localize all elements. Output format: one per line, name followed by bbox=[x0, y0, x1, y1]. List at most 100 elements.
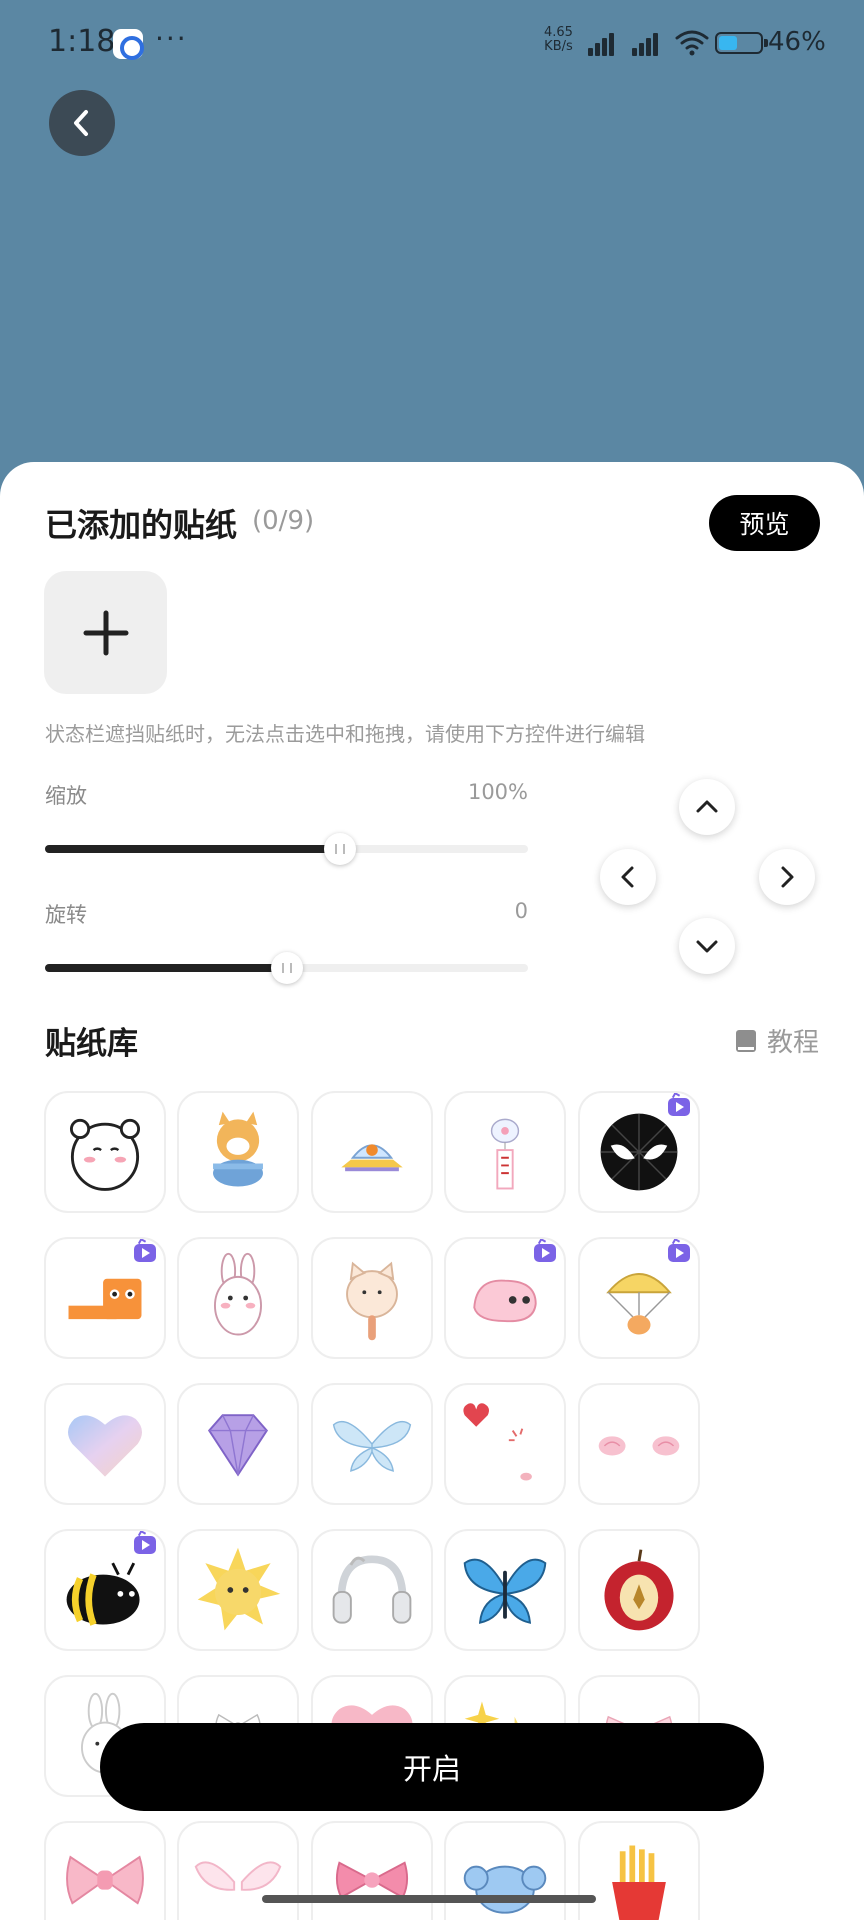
sticker-white-bear-image bbox=[69, 1118, 141, 1191]
tutorial-label: 教程 bbox=[767, 1028, 820, 1058]
open-button[interactable]: 开启 bbox=[100, 1723, 764, 1811]
rotate-value: 0 bbox=[514, 899, 528, 923]
sticker-sheet: 已添加的贴纸 (0/9) 预览 状态栏遮挡贴纸时，无法点击选中和拖拽，请使用下方… bbox=[0, 462, 864, 1920]
network-speed-unit: KB/s bbox=[544, 39, 573, 54]
sticker-blush-cheeks[interactable] bbox=[578, 1383, 700, 1505]
sticker-glass-butterfly[interactable] bbox=[311, 1383, 433, 1505]
sticker-blue-butterfly[interactable] bbox=[444, 1529, 566, 1651]
sticker-wings[interactable] bbox=[177, 1821, 299, 1920]
sticker-spider-mask[interactable] bbox=[578, 1091, 700, 1213]
sticker-ufo[interactable] bbox=[311, 1091, 433, 1213]
battery-fill bbox=[719, 36, 737, 50]
add-sticker-button[interactable] bbox=[44, 571, 167, 694]
sticker-shiba-noodles-image bbox=[213, 1111, 263, 1187]
sticker-bunny-image bbox=[214, 1252, 262, 1336]
app-notification-icon bbox=[113, 29, 144, 60]
scale-value: 100% bbox=[467, 780, 528, 804]
chevron-down-icon bbox=[696, 940, 718, 953]
sticker-blue-elephant-image bbox=[463, 1865, 547, 1914]
back-button[interactable] bbox=[49, 90, 115, 156]
scale-slider-fill bbox=[45, 845, 340, 853]
premium-video-badge-icon bbox=[668, 1244, 690, 1262]
premium-video-badge-icon bbox=[668, 1098, 690, 1116]
edit-hint: 状态栏遮挡贴纸时，无法点击选中和拖拽，请使用下方控件进行编辑 bbox=[45, 722, 645, 746]
added-stickers-count: (0/9) bbox=[252, 506, 315, 536]
home-indicator bbox=[262, 1895, 596, 1903]
sticker-bee[interactable] bbox=[44, 1529, 166, 1651]
sticker-headphones[interactable] bbox=[311, 1529, 433, 1651]
signal-icon-2 bbox=[632, 30, 668, 56]
sticker-pink-bow-2[interactable] bbox=[311, 1821, 433, 1920]
sticker-white-bear[interactable] bbox=[44, 1091, 166, 1213]
sticker-wings-image bbox=[194, 1861, 282, 1891]
sticker-diamond-image bbox=[207, 1414, 269, 1477]
sticker-bunny[interactable] bbox=[177, 1237, 299, 1359]
premium-video-badge-icon bbox=[534, 1244, 556, 1262]
sticker-hearts-sparkle[interactable] bbox=[444, 1383, 566, 1505]
sticker-ufo-image bbox=[341, 1144, 403, 1172]
scale-slider-thumb[interactable] bbox=[323, 833, 356, 865]
rotate-slider[interactable] bbox=[45, 952, 528, 984]
move-down-button[interactable] bbox=[679, 918, 735, 974]
sticker-cat[interactable] bbox=[311, 1237, 433, 1359]
sticker-parachute-hamster[interactable] bbox=[578, 1237, 700, 1359]
sticker-pink-blob-image bbox=[473, 1279, 537, 1323]
chevron-up-icon bbox=[696, 800, 718, 813]
signal-icon bbox=[588, 30, 624, 56]
move-up-button[interactable] bbox=[679, 779, 735, 835]
more-notifications-icon: ··· bbox=[155, 22, 188, 55]
sticker-shiba-noodles[interactable] bbox=[177, 1091, 299, 1213]
rotate-label: 旋转 bbox=[45, 903, 87, 927]
sticker-sun[interactable] bbox=[177, 1529, 299, 1651]
sticker-spider-mask-image bbox=[600, 1113, 678, 1191]
move-right-button[interactable] bbox=[759, 849, 815, 905]
status-time: 1:18 bbox=[48, 24, 116, 59]
sticker-pink-bow-image bbox=[66, 1855, 144, 1905]
sticker-sun-image bbox=[197, 1547, 281, 1631]
network-speed-value: 4.65 bbox=[544, 25, 573, 40]
battery-icon bbox=[715, 32, 768, 54]
sticker-blush-cheeks-image bbox=[598, 1436, 680, 1456]
scale-label: 缩放 bbox=[45, 784, 87, 808]
sticker-orange-block-image bbox=[68, 1278, 142, 1320]
sticker-holo-heart-image bbox=[67, 1415, 143, 1477]
sticker-glass-butterfly-image bbox=[332, 1420, 412, 1472]
sticker-wind-chime-image bbox=[490, 1118, 520, 1190]
book-icon bbox=[736, 1029, 756, 1052]
sticker-pink-bow-2-image bbox=[335, 1861, 409, 1899]
sticker-blue-butterfly-image bbox=[463, 1558, 547, 1624]
sticker-pink-bow[interactable] bbox=[44, 1821, 166, 1920]
preview-button[interactable]: 预览 bbox=[709, 495, 820, 551]
premium-video-badge-icon bbox=[134, 1244, 156, 1262]
sticker-holo-heart[interactable] bbox=[44, 1383, 166, 1505]
scale-slider[interactable] bbox=[45, 833, 528, 865]
move-left-button[interactable] bbox=[600, 849, 656, 905]
sticker-apple[interactable] bbox=[578, 1529, 700, 1651]
rotate-slider-thumb[interactable] bbox=[270, 952, 303, 984]
sticker-hearts-sparkle-image bbox=[463, 1403, 532, 1481]
sticker-apple-image bbox=[604, 1549, 674, 1631]
tutorial-link[interactable]: 教程 bbox=[733, 1022, 819, 1059]
chevron-left-icon bbox=[621, 866, 634, 888]
sticker-blue-elephant[interactable] bbox=[444, 1821, 566, 1920]
battery-percent: 46% bbox=[768, 27, 826, 57]
chevron-left-icon bbox=[74, 110, 88, 136]
sticker-parachute-hamster-image bbox=[606, 1273, 672, 1335]
plus-icon bbox=[83, 610, 128, 655]
sticker-pink-blob[interactable] bbox=[444, 1237, 566, 1359]
rotate-slider-fill bbox=[45, 964, 287, 972]
sticker-cat-image bbox=[346, 1261, 398, 1341]
chevron-right-icon bbox=[781, 866, 794, 888]
status-bar: 1:18 ··· 4.65 KB/s 46% bbox=[0, 0, 864, 86]
network-speed: 4.65 KB/s bbox=[544, 26, 573, 54]
sticker-headphones-image bbox=[332, 1555, 412, 1624]
wifi-icon bbox=[675, 30, 709, 56]
sticker-fries[interactable] bbox=[578, 1821, 700, 1920]
added-stickers-title: 已添加的贴纸 bbox=[45, 506, 238, 544]
sticker-diamond[interactable] bbox=[177, 1383, 299, 1505]
premium-video-badge-icon bbox=[134, 1536, 156, 1554]
sticker-fries-image bbox=[612, 1845, 666, 1920]
sticker-wind-chime[interactable] bbox=[444, 1091, 566, 1213]
sticker-library-title: 贴纸库 bbox=[45, 1026, 138, 1062]
sticker-orange-block[interactable] bbox=[44, 1237, 166, 1359]
